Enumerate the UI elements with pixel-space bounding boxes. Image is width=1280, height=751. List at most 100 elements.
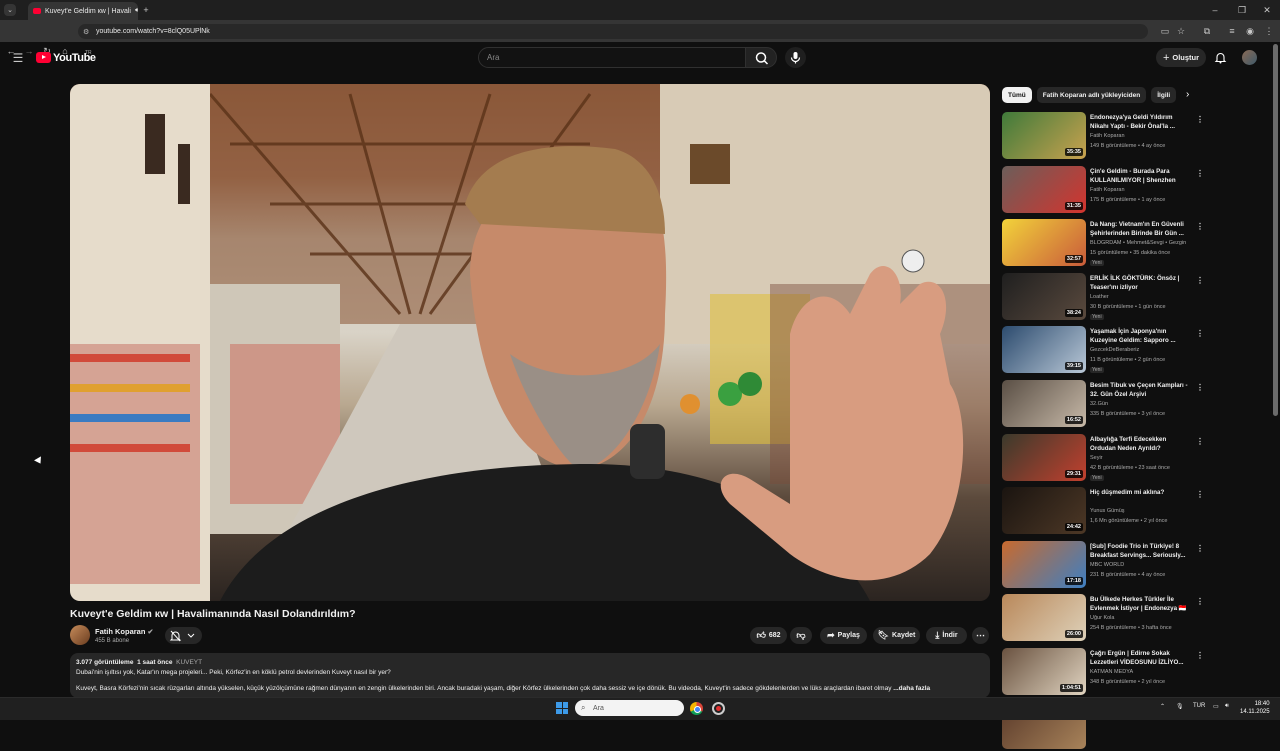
recommendation-item[interactable]: 24:42 Hiç düşmedim mi aklına? Yunus Gümüş 1… <box>1002 487 1272 536</box>
recommendation-item[interactable]: 26:00 Bu Ülkede Herkes Türkler İle Evlenm… <box>1002 594 1272 643</box>
minimize-icon[interactable]: – <box>1210 4 1220 16</box>
recommendation-title[interactable]: Albaylığa Terfi Edecekken Ordudan Neden … <box>1090 435 1190 453</box>
new-tab-icon[interactable]: + <box>141 4 151 16</box>
recommendation-channel[interactable]: Loather <box>1090 294 1109 300</box>
channel-avatar[interactable] <box>70 625 90 645</box>
recommendation-title[interactable]: Çağrı Ergün | Edirne Sokak Lezzetleri Vİ… <box>1090 649 1190 667</box>
recommendation-title[interactable]: Hiç düşmedim mi aklına? <box>1090 488 1190 497</box>
hashtag[interactable]: KUVEYT <box>176 659 202 666</box>
more-vertical-icon[interactable]: ⋮ <box>1196 169 1204 178</box>
recommendation-item[interactable]: 17:18 [Sub] Foodie Trio in Türkiye! 8 Bre… <box>1002 540 1272 590</box>
video-thumbnail[interactable]: 16:52 <box>1002 380 1086 427</box>
recommendation-title[interactable]: Bu Ülkede Herkes Türkler İle Evlenmek İs… <box>1090 595 1190 613</box>
recommendation-item[interactable]: 29:31 Albaylığa Terfi Edecekken Ordudan N… <box>1002 433 1272 483</box>
recommendation-title[interactable]: ERLİK İLK GÖKTÜRK: Önsöz | Teaser'ını iz… <box>1090 274 1190 292</box>
chevron-right-icon[interactable]: › <box>1186 89 1189 100</box>
like-button[interactable]: 👍︎ 682 <box>750 627 787 644</box>
profile-icon[interactable]: ◉ <box>1245 26 1255 36</box>
more-vertical-icon[interactable]: ⋮ <box>1196 276 1204 285</box>
recommendation-title[interactable]: Endonezya'ya Geldi Yıldırım Nikahı Yaptı… <box>1090 113 1190 131</box>
close-window-icon[interactable]: ✕ <box>1262 4 1272 16</box>
tab-list-icon[interactable]: ⌄ <box>4 4 16 16</box>
share-button[interactable]: ➦ Paylaş <box>820 627 867 644</box>
video-thumbnail[interactable]: 29:31 <box>1002 433 1086 481</box>
more-vertical-icon[interactable]: ⋮ <box>1196 544 1204 553</box>
video-thumbnail[interactable]: 31:35 <box>1002 165 1086 213</box>
more-actions-button[interactable]: ⋯ <box>972 627 989 644</box>
video-thumbnail[interactable]: 35:35 <box>1002 112 1086 159</box>
voice-search-button[interactable] <box>785 47 806 68</box>
reading-list-icon[interactable]: ≡ <box>1227 26 1237 36</box>
search-button[interactable] <box>745 47 777 68</box>
video-player[interactable] <box>70 84 990 601</box>
browser-tab[interactable]: Kuveyt'e Geldim кw | Havali 🔊︎ ✕ <box>28 2 138 20</box>
channel-name[interactable]: Fatih Koparan ✔ <box>95 627 153 636</box>
recommendation-title[interactable]: Çin'e Geldim - Burada Para KULLANILMIYOR… <box>1090 167 1190 185</box>
notifications-bell-icon[interactable] <box>1214 51 1227 64</box>
volume-icon[interactable]: 🔊︎ <box>1225 703 1229 710</box>
video-thumbnail[interactable]: 38:24 <box>1002 272 1086 320</box>
create-button[interactable]: + Oluştur <box>1156 48 1206 67</box>
taskbar-search-input[interactable]: ⌕ Ara <box>575 700 684 716</box>
recommendation-item[interactable]: 39:15 Yaşamak İçin Japonya'nın Kuzeyine G… <box>1002 326 1272 375</box>
recommendation-channel[interactable]: Fatih Koparan <box>1090 187 1125 193</box>
windows-start-icon[interactable] <box>556 702 568 714</box>
recommendation-channel[interactable]: Uğur Kola <box>1090 615 1114 621</box>
recommendation-item[interactable]: 38:24 ERLİK İLK GÖKTÜRK: Önsöz | Teaser'ı… <box>1002 272 1272 322</box>
youtube-logo-icon[interactable] <box>36 52 51 63</box>
bookmark-star-icon[interactable]: ☆ <box>1176 26 1186 36</box>
system-clock[interactable]: 18:40 14.11.2025 <box>1240 700 1270 716</box>
page-scrollbar[interactable] <box>1273 44 1278 416</box>
more-vertical-icon[interactable]: ⋮ <box>1196 651 1204 660</box>
recommendation-title[interactable]: Da Nang: Vietnam'ın En Güvenli Şehirleri… <box>1090 220 1190 238</box>
recommendation-channel[interactable]: GezcekDeBeraberiz <box>1090 347 1139 353</box>
site-info-icon[interactable]: ⚙ <box>83 28 89 36</box>
tray-chevron-icon[interactable]: ⌃ <box>1160 703 1165 710</box>
recommendation-channel[interactable]: MBC WORLD <box>1090 562 1124 568</box>
more-vertical-icon[interactable]: ⋮ <box>1196 222 1204 231</box>
recommendation-title[interactable]: Yaşamak İçin Japonya'nın Kuzeyine Geldim… <box>1090 327 1190 345</box>
chip-from-uploader[interactable]: Fatih Koparan adlı yükleyiciden <box>1036 87 1147 103</box>
video-thumbnail[interactable]: 17:18 <box>1002 540 1086 588</box>
video-thumbnail[interactable]: 26:00 <box>1002 594 1086 642</box>
recommendation-channel[interactable]: KATMAN MEDYA <box>1090 669 1133 675</box>
extensions-icon[interactable]: ⧉ <box>1202 26 1212 36</box>
recommendation-title[interactable]: [Sub] Foodie Trio in Türkiye! 8 Breakfas… <box>1090 542 1190 560</box>
chip-related[interactable]: İlgili <box>1151 87 1177 103</box>
input-language[interactable]: TUR <box>1193 703 1205 709</box>
more-vertical-icon[interactable]: ⋮ <box>1196 437 1204 446</box>
recommendation-channel[interactable]: 32.Gün <box>1090 401 1108 407</box>
video-thumbnail[interactable]: 39:15 <box>1002 326 1086 374</box>
recommendation-channel[interactable]: Yunus Gümüş <box>1090 508 1125 514</box>
recommendation-channel[interactable]: Fatih Koparan <box>1090 133 1125 139</box>
cast-icon[interactable]: ▭ <box>1160 26 1170 36</box>
chip-all[interactable]: Tümü <box>1002 87 1032 103</box>
video-description[interactable]: 3.077 görüntüleme 1 saat önce KUVEYT Dub… <box>70 653 990 698</box>
save-button[interactable]: 🔖︎ Kaydet <box>873 627 920 644</box>
subscription-bell-button[interactable] <box>165 627 202 644</box>
recommendation-item[interactable]: 32:57 Da Nang: Vietnam'ın En Güvenli Şehi… <box>1002 219 1272 268</box>
maximize-icon[interactable]: ❐ <box>1237 4 1247 16</box>
download-button[interactable]: ⤓ İndir <box>926 627 967 644</box>
more-vertical-icon[interactable]: ⋮ <box>1196 597 1204 606</box>
recommendation-item[interactable]: 31:35 Çin'e Geldim - Burada Para KULLANIL… <box>1002 165 1272 215</box>
show-more-link[interactable]: ...daha fazla <box>893 685 930 692</box>
video-thumbnail[interactable]: 24:42 <box>1002 487 1086 535</box>
hamburger-menu-icon[interactable]: ☰ <box>12 52 24 64</box>
recommendation-item[interactable]: 16:52 Besim Tibuk ve Çeçen Kampları - 32.… <box>1002 380 1272 429</box>
recommendation-item[interactable]: 35:35 Endonezya'ya Geldi Yıldırım Nikahı … <box>1002 112 1272 161</box>
recommendation-title[interactable]: Besim Tibuk ve Çeçen Kampları - 32. Gün … <box>1090 381 1190 399</box>
video-thumbnail[interactable]: 32:57 <box>1002 219 1086 267</box>
video-thumbnail[interactable]: 1:04:51 <box>1002 648 1086 695</box>
browser-menu-icon[interactable]: ⋮ <box>1264 26 1274 36</box>
more-vertical-icon[interactable]: ⋮ <box>1196 383 1204 392</box>
more-vertical-icon[interactable]: ⋮ <box>1196 329 1204 338</box>
search-input[interactable]: Ara <box>478 47 746 68</box>
recommendation-channel[interactable]: Seyir <box>1090 455 1103 461</box>
dislike-button[interactable]: 👎︎ <box>790 627 812 644</box>
tray-mic-icon[interactable]: 🎙︎ <box>1176 703 1184 710</box>
network-icon[interactable]: ▭ <box>1213 703 1219 710</box>
screen-recorder-icon[interactable] <box>712 702 725 715</box>
recommendation-item[interactable]: 1:04:51 Çağrı Ergün | Edirne Sokak Lezzet… <box>1002 648 1272 697</box>
chrome-icon[interactable] <box>690 702 703 715</box>
